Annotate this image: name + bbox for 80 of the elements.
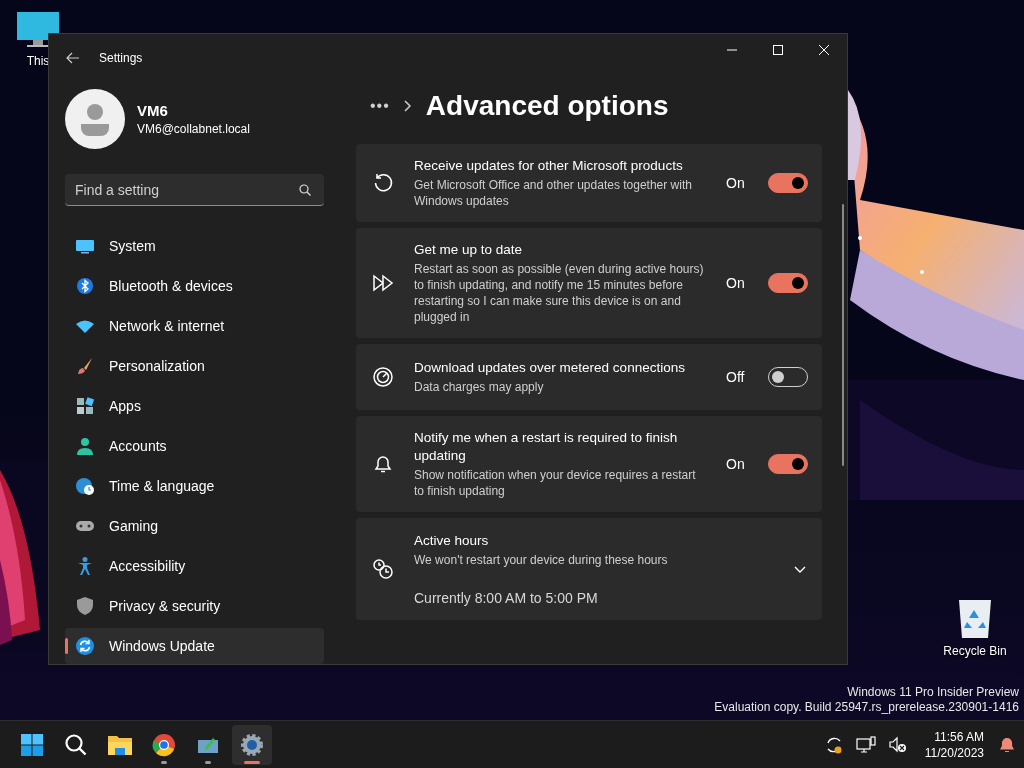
search-field[interactable]: Find a setting: [65, 174, 324, 206]
breadcrumb-more[interactable]: •••: [370, 97, 390, 115]
clock-icon: [372, 558, 394, 580]
browser-icon: [152, 732, 176, 757]
setting-description: Show notification when your device requires a restart to finish updating: [414, 467, 697, 499]
avatar: [65, 89, 125, 149]
toggle-switch[interactable]: [768, 454, 808, 474]
setting-title: Get me up to date: [414, 241, 524, 259]
nav-label: Network & internet: [109, 318, 225, 334]
user-name: VM6: [137, 102, 169, 119]
nav-label: System: [109, 238, 156, 254]
gear-icon: [240, 732, 264, 757]
fast-forward-icon: [372, 272, 394, 294]
toggle-state: On: [726, 456, 746, 472]
nav-item[interactable]: System: [65, 228, 324, 264]
taskbar-button[interactable]: [232, 724, 272, 765]
close-icon: [819, 45, 829, 55]
bell-icon: [372, 453, 394, 475]
volume-muted-icon[interactable]: [887, 734, 908, 755]
monitor-icon[interactable]: [15, 10, 61, 50]
setting-title: Receive updates for other Microsoft products: [414, 157, 684, 175]
sync-icon: [75, 636, 95, 656]
back-arrow-icon: [66, 52, 80, 64]
nav-item[interactable]: Bluetooth & devices: [65, 268, 324, 304]
user-email: VM6@collabnet.local: [137, 122, 250, 136]
shield-icon: [75, 596, 95, 616]
chevron-right-icon: [403, 100, 412, 112]
network-icon[interactable]: [855, 734, 876, 755]
nav-label: Windows Update: [109, 638, 215, 654]
setting-title: Notify me when a restart is required to finish updating: [414, 429, 679, 465]
scrollbar[interactable]: [842, 204, 844, 466]
toggle-state: On: [726, 175, 746, 191]
desktop-icon-label[interactable]: This: [26, 54, 50, 68]
refresh-icon: [372, 172, 394, 194]
nav-item[interactable]: Network & internet: [65, 308, 324, 344]
windows-logo-icon: [20, 732, 44, 757]
bluetooth-icon: [75, 276, 95, 296]
clock-date: 11/20/2023: [924, 744, 984, 761]
setting-title: Active hours: [414, 532, 490, 550]
clock-time: 11:56 AM: [934, 728, 984, 745]
nav-item[interactable]: Apps: [65, 388, 324, 424]
nav-item[interactable]: Personalization: [65, 348, 324, 384]
toggle-switch[interactable]: [768, 173, 808, 193]
nav-label: Time & language: [109, 478, 215, 494]
nav-label: Privacy & security: [109, 598, 221, 614]
desktop-icon-label[interactable]: Recycle Bin: [943, 644, 1007, 658]
bell-icon[interactable]: [999, 735, 1015, 754]
setting-description: Data charges may apply: [414, 379, 545, 395]
globe-clock-icon: [75, 476, 95, 496]
setting-detail: Currently 8:00 AM to 5:00 PM: [414, 590, 599, 606]
clock[interactable]: 11:56 AM 11/20/2023: [924, 728, 984, 761]
nav-label: Apps: [109, 398, 141, 414]
page-title: Advanced options: [425, 90, 669, 122]
setting-description: We won't restart your device during these hours: [414, 552, 669, 568]
nav-label: Bluetooth & devices: [109, 278, 233, 294]
nav-item[interactable]: Accessibility: [65, 548, 324, 584]
nav-item[interactable]: Windows Update: [65, 628, 324, 664]
apps-icon: [75, 396, 95, 416]
toggle-state: Off: [726, 369, 746, 385]
setting-title: Download updates over metered connections: [414, 359, 686, 377]
nav-item[interactable]: Privacy & security: [65, 588, 324, 624]
nav-label: Personalization: [109, 358, 205, 374]
search-icon: [64, 732, 88, 757]
window-title: Settings: [99, 51, 143, 65]
nav-item[interactable]: Time & language: [65, 468, 324, 504]
person-icon: [75, 436, 95, 456]
nav-item[interactable]: Accounts: [65, 428, 324, 464]
gauge-icon: [372, 366, 394, 388]
nav-label: Accessibility: [109, 558, 186, 574]
nav-label: Gaming: [109, 518, 159, 534]
setting-description: Get Microsoft Office and other updates together with Windows updates: [414, 177, 693, 209]
search-icon[interactable]: [299, 184, 311, 196]
watermark-text: Windows 11 Pro Insider Preview: [847, 685, 1019, 699]
setting-description: Restart as soon as possible (even during active hours) to finish updating, and notify me 15 minutes before restarting so I can make sure this device is on and plugged in: [414, 261, 705, 325]
toggle-switch[interactable]: [768, 273, 808, 293]
nav-item[interactable]: Gaming: [65, 508, 324, 544]
maximize-icon: [773, 45, 783, 55]
watermark-text: Evaluation copy. Build 25947.rs_prerelease.230901-1416: [714, 700, 1019, 714]
toggle-state: On: [726, 275, 746, 291]
nav-label: Accounts: [109, 438, 167, 454]
